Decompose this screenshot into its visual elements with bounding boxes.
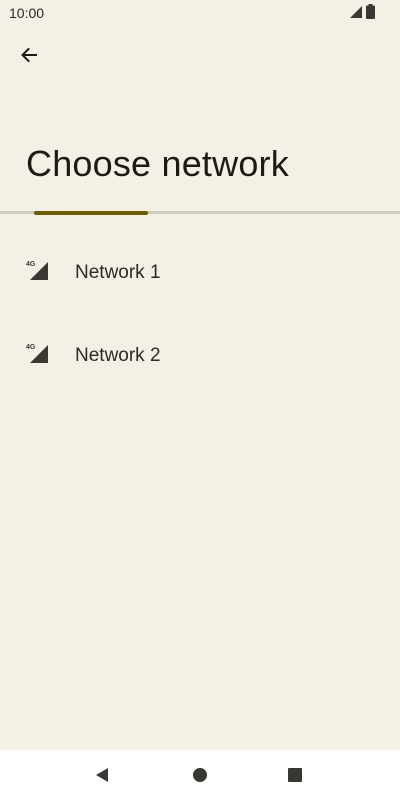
battery-icon [366,4,375,19]
network-list: 4G Network 1 4G Network 2 [0,230,400,396]
nav-recents-icon [288,768,302,782]
nav-recents-button[interactable] [280,760,310,790]
nav-home-icon [193,768,207,782]
status-bar: 10:00 [0,0,400,26]
nav-back-button[interactable] [87,760,117,790]
signal-4g-icon: 4G [26,261,48,280]
nav-home-button[interactable] [185,760,215,790]
network-badge: 4G [26,344,36,351]
network-item-2[interactable]: 4G Network 2 [0,313,400,396]
status-time: 10:00 [9,5,45,21]
nav-back-icon [96,768,108,782]
signal-icon [350,6,362,18]
network-label: Network 1 [75,262,161,283]
signal-4g-icon: 4G [26,344,48,363]
arrow-back-icon [21,47,37,63]
navigation-bar [0,750,400,800]
page-title: Choose network [26,143,289,184]
network-label: Network 2 [75,345,161,366]
network-badge: 4G [26,261,36,268]
back-button[interactable] [12,38,46,72]
progress-indicator [34,211,148,215]
network-item-1[interactable]: 4G Network 1 [0,230,400,313]
